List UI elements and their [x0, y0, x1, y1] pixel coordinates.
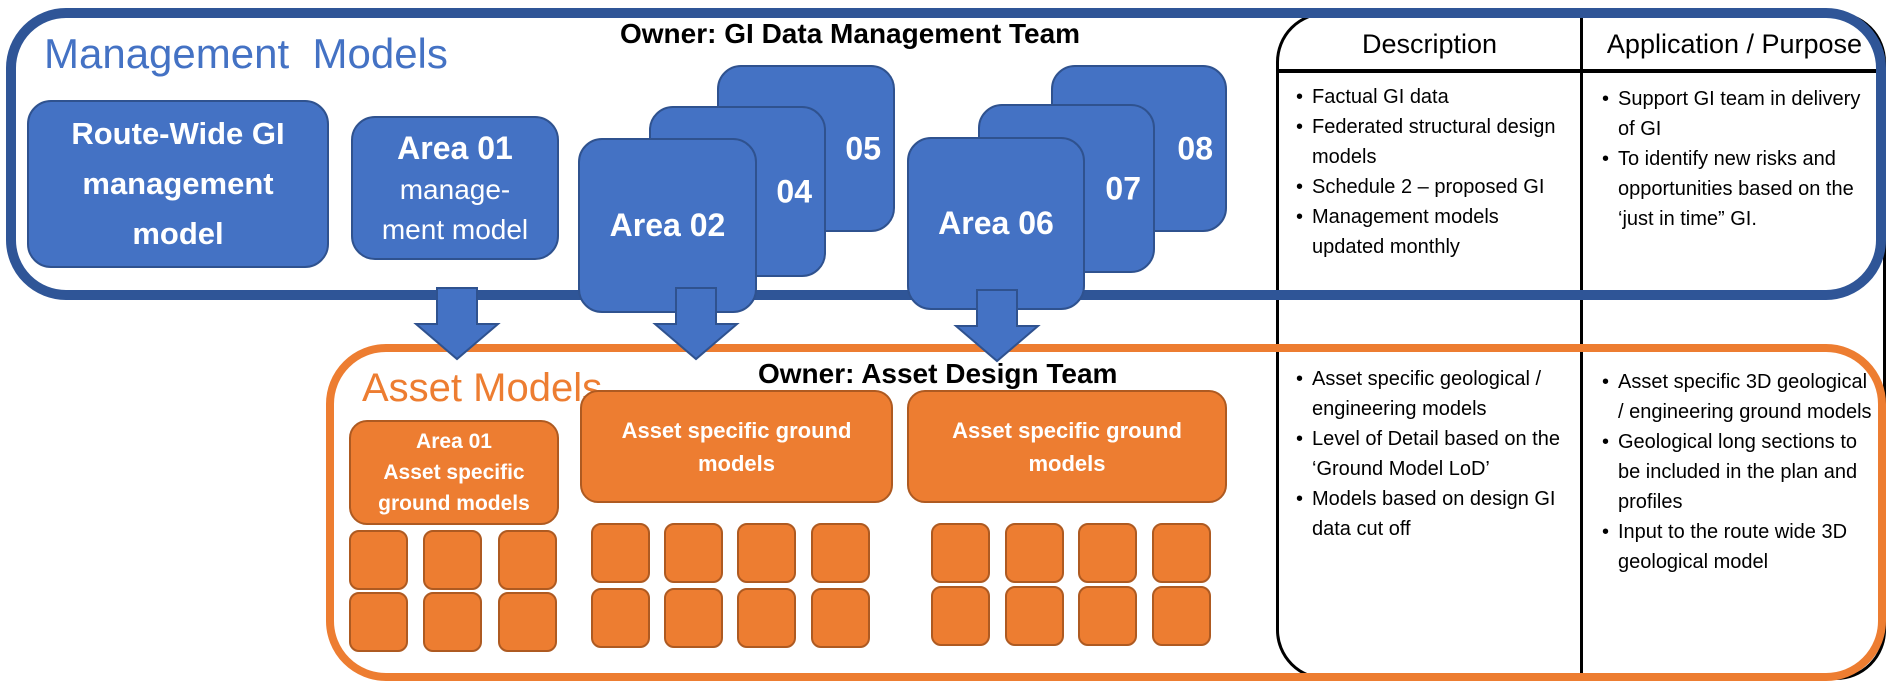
label: 04 [776, 173, 812, 209]
asset-model-tile [811, 523, 870, 583]
area01-asset-box: Area 01 Asset specific ground models [349, 420, 559, 525]
label: model [132, 216, 224, 251]
asset-model-tile [1078, 586, 1137, 646]
asset-model-tile [1005, 523, 1064, 583]
asset-model-tile [1005, 586, 1064, 646]
label: Area 06 [938, 205, 1054, 241]
asset-model-tile [931, 523, 990, 583]
management-title: Management Models [44, 30, 448, 77]
label: models [1028, 450, 1106, 476]
asset-model-tile [498, 530, 557, 590]
asset-model-tile [1152, 586, 1211, 646]
label: ment model [381, 214, 529, 245]
label: ground models [378, 492, 530, 515]
label: 05 [845, 130, 881, 166]
asset-model-tile [1078, 523, 1137, 583]
asset-model-tile [1152, 523, 1211, 583]
asset-model-tile [591, 523, 650, 583]
asset-model-tile [498, 592, 557, 652]
route-wide-model-box: Route-Wide GI management model [27, 100, 329, 268]
label: Area 01 [416, 430, 492, 453]
label: models [697, 450, 776, 476]
asset-title: Asset Models [362, 366, 603, 410]
asset-model-tile [811, 588, 870, 648]
label: Asset specific ground [952, 417, 1182, 443]
asset-model-tile [349, 592, 408, 652]
asset-model-tile [737, 523, 796, 583]
asset-model-tile [423, 592, 482, 652]
label: Asset specific [383, 461, 525, 484]
label: Asset specific ground [621, 417, 852, 443]
asset-model-tile [349, 530, 408, 590]
label: Route-Wide GI [71, 116, 285, 151]
asset-model-tile [931, 586, 990, 646]
asset-model-tile [591, 588, 650, 648]
asset-owner: Owner: Asset Design Team [758, 358, 1118, 389]
area06-box: Area 06 [907, 137, 1085, 310]
asset-model-tile [737, 588, 796, 648]
management-owner: Owner: GI Data Management Team [620, 18, 1081, 49]
asset-group2-box: Asset specific ground models [580, 390, 893, 503]
label: 08 [1177, 130, 1213, 166]
down-arrow-icon [953, 289, 1041, 363]
asset-model-tile [423, 530, 482, 590]
asset-model-tile [664, 523, 723, 583]
label: manage- [399, 174, 511, 205]
asset-model-tile [664, 588, 723, 648]
area02-box: Area 02 [578, 138, 757, 313]
label: Area 02 [609, 207, 726, 243]
down-arrow-icon [652, 287, 740, 361]
label: management [82, 166, 274, 201]
down-arrow-icon [413, 287, 501, 361]
asset-group3-box: Asset specific ground models [907, 390, 1227, 503]
area01-management-box: Area 01 manage- ment model [351, 116, 559, 260]
label: 07 [1105, 170, 1141, 206]
label: Area 01 [397, 130, 513, 166]
